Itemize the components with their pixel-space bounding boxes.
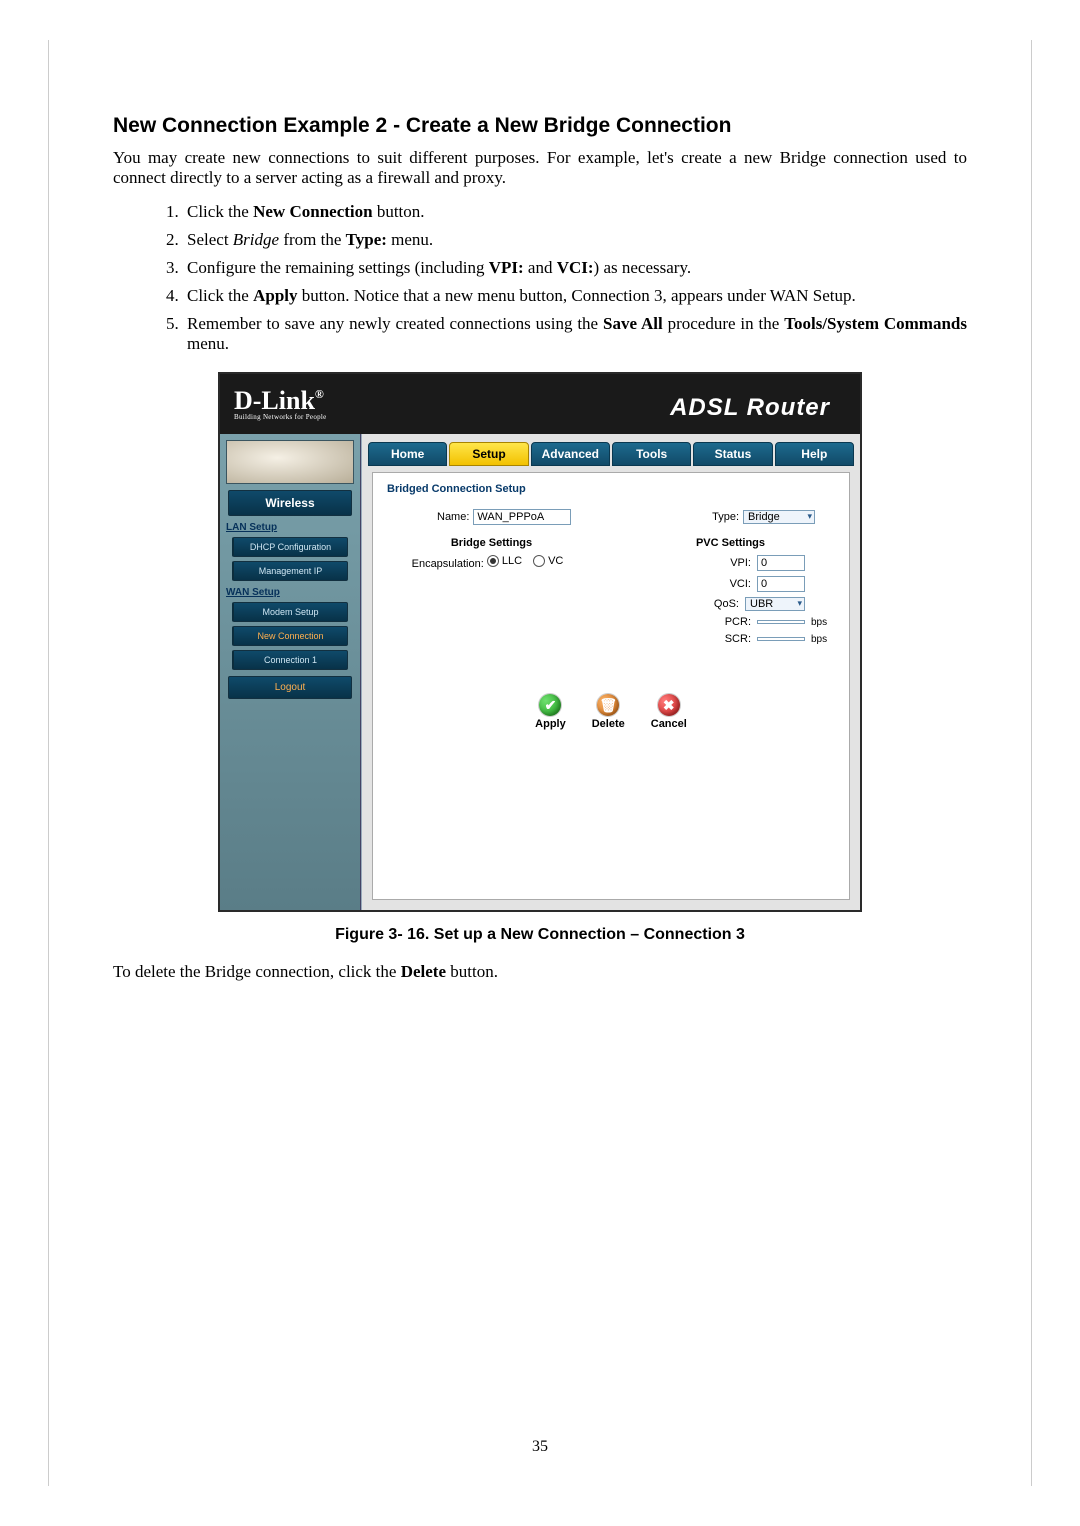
scr-input[interactable] (757, 637, 805, 641)
router-main: Home Setup Advanced Tools Status Help Br… (361, 434, 860, 910)
router-title: ADSL Router (670, 394, 830, 422)
bold: Type: (346, 230, 387, 249)
vpi-label: VPI: (661, 557, 751, 569)
panel: Bridged Connection Setup Name: WAN_PPPoA… (372, 472, 850, 900)
logo-tagline: Building Networks for People (234, 414, 327, 421)
apply-label: Apply (535, 718, 566, 730)
text: ) as necessary. (594, 258, 692, 277)
text: menu. (387, 230, 433, 249)
sidebar-item-connection-1[interactable]: Connection 1 (232, 650, 348, 670)
tabs: Home Setup Advanced Tools Status Help (362, 434, 860, 466)
text: To delete the Bridge connection, click t… (113, 962, 401, 981)
sidebar-item-dhcp[interactable]: DHCP Configuration (232, 537, 348, 557)
vci-label: VCI: (661, 578, 751, 590)
vpi-input[interactable]: 0 (757, 555, 805, 571)
sidebar-group-wan[interactable]: WAN Setup (226, 587, 354, 598)
router-sidebar: Wireless LAN Setup DHCP Configuration Ma… (220, 434, 361, 910)
product-image (226, 440, 354, 484)
text: and (524, 258, 557, 277)
cancel-button[interactable]: ✖ Cancel (651, 694, 687, 730)
text: Configure the remaining settings (includ… (187, 258, 489, 277)
name-input[interactable]: WAN_PPPoA (473, 509, 571, 525)
text: Click the (187, 202, 253, 221)
tab-advanced[interactable]: Advanced (531, 442, 610, 466)
step-3: Configure the remaining settings (includ… (183, 258, 967, 278)
encap-vc-label: VC (548, 555, 563, 567)
pvc-settings-col: PVC Settings VPI: 0 VCI: 0 (626, 537, 835, 650)
page-number: 35 (49, 1438, 1031, 1456)
pvc-settings-heading: PVC Settings (626, 537, 835, 549)
steps-list: Click the New Connection button. Select … (113, 202, 967, 354)
qos-select[interactable]: UBR (745, 597, 805, 611)
sidebar-item-wireless[interactable]: Wireless (228, 490, 352, 516)
sidebar-item-modem[interactable]: Modem Setup (232, 602, 348, 622)
qos-label: QoS: (649, 598, 739, 610)
encap-llc-label: LLC (502, 555, 522, 567)
pcr-unit: bps (811, 617, 835, 628)
text: from the (279, 230, 346, 249)
sidebar-item-mgmt-ip[interactable]: Management IP (232, 561, 348, 581)
outro-paragraph: To delete the Bridge connection, click t… (113, 962, 967, 982)
italic: Bridge (233, 230, 279, 249)
bold: New Connection (253, 202, 372, 221)
bold: VPI: (489, 258, 524, 277)
intro-paragraph: You may create new connections to suit d… (113, 148, 967, 188)
tab-setup[interactable]: Setup (449, 442, 528, 466)
encap-llc-radio[interactable]: LLC (487, 555, 522, 567)
bold: Save All (603, 314, 663, 333)
bridge-settings-heading: Bridge Settings (387, 537, 596, 549)
action-row: ✔ Apply 🗑 Delete ✖ Cancel (387, 694, 835, 730)
x-icon: ✖ (658, 694, 680, 716)
bold: Tools/System Commands (784, 314, 967, 333)
bold: Delete (401, 962, 446, 981)
trash-icon: 🗑 (597, 694, 619, 716)
bold: Apply (253, 286, 297, 305)
text: menu. (187, 334, 229, 353)
tab-tools[interactable]: Tools (612, 442, 691, 466)
text: procedure in the (663, 314, 785, 333)
step-1: Click the New Connection button. (183, 202, 967, 222)
panel-heading: Bridged Connection Setup (387, 483, 835, 495)
text: button. Notice that a new menu button, C… (298, 286, 856, 305)
step-2: Select Bridge from the Type: menu. (183, 230, 967, 250)
text: button. (373, 202, 425, 221)
text: button. (446, 962, 498, 981)
scr-unit: bps (811, 634, 835, 645)
pcr-label: PCR: (661, 616, 751, 628)
encap-label: Encapsulation: (412, 558, 484, 570)
check-icon: ✔ (539, 694, 561, 716)
apply-button[interactable]: ✔ Apply (535, 694, 566, 730)
tab-home[interactable]: Home (368, 442, 447, 466)
text: Click the (187, 286, 253, 305)
tab-status[interactable]: Status (693, 442, 772, 466)
sidebar-group-lan[interactable]: LAN Setup (226, 522, 354, 533)
router-screenshot: D-Link® Building Networks for People ADS… (218, 372, 862, 912)
text: Select (187, 230, 233, 249)
dlink-logo: D-Link® Building Networks for People (234, 388, 327, 421)
tab-help[interactable]: Help (775, 442, 854, 466)
radio-icon (533, 555, 545, 567)
vci-input[interactable]: 0 (757, 576, 805, 592)
step-5: Remember to save any newly created conne… (183, 314, 967, 354)
sidebar-item-new-connection[interactable]: New Connection (232, 626, 348, 646)
sidebar-item-logout[interactable]: Logout (228, 676, 352, 699)
pcr-input[interactable] (757, 620, 805, 624)
name-label: Name: (437, 511, 469, 523)
router-header: D-Link® Building Networks for People ADS… (220, 374, 860, 434)
encap-vc-radio[interactable]: VC (533, 555, 563, 567)
section-title: New Connection Example 2 - Create a New … (113, 114, 967, 138)
logo-text: D-Link (234, 386, 315, 415)
bridge-settings-col: Bridge Settings Encapsulation: LLC VC (387, 537, 596, 650)
type-select[interactable]: Bridge (743, 510, 815, 524)
figure-caption: Figure 3- 16. Set up a New Connection – … (113, 926, 967, 944)
bold: VCI: (557, 258, 594, 277)
delete-button[interactable]: 🗑 Delete (592, 694, 625, 730)
cancel-label: Cancel (651, 718, 687, 730)
type-label: Type: (712, 511, 739, 523)
text: Remember to save any newly created conne… (187, 314, 603, 333)
step-4: Click the Apply button. Notice that a ne… (183, 286, 967, 306)
delete-label: Delete (592, 718, 625, 730)
radio-icon (487, 555, 499, 567)
scr-label: SCR: (661, 633, 751, 645)
